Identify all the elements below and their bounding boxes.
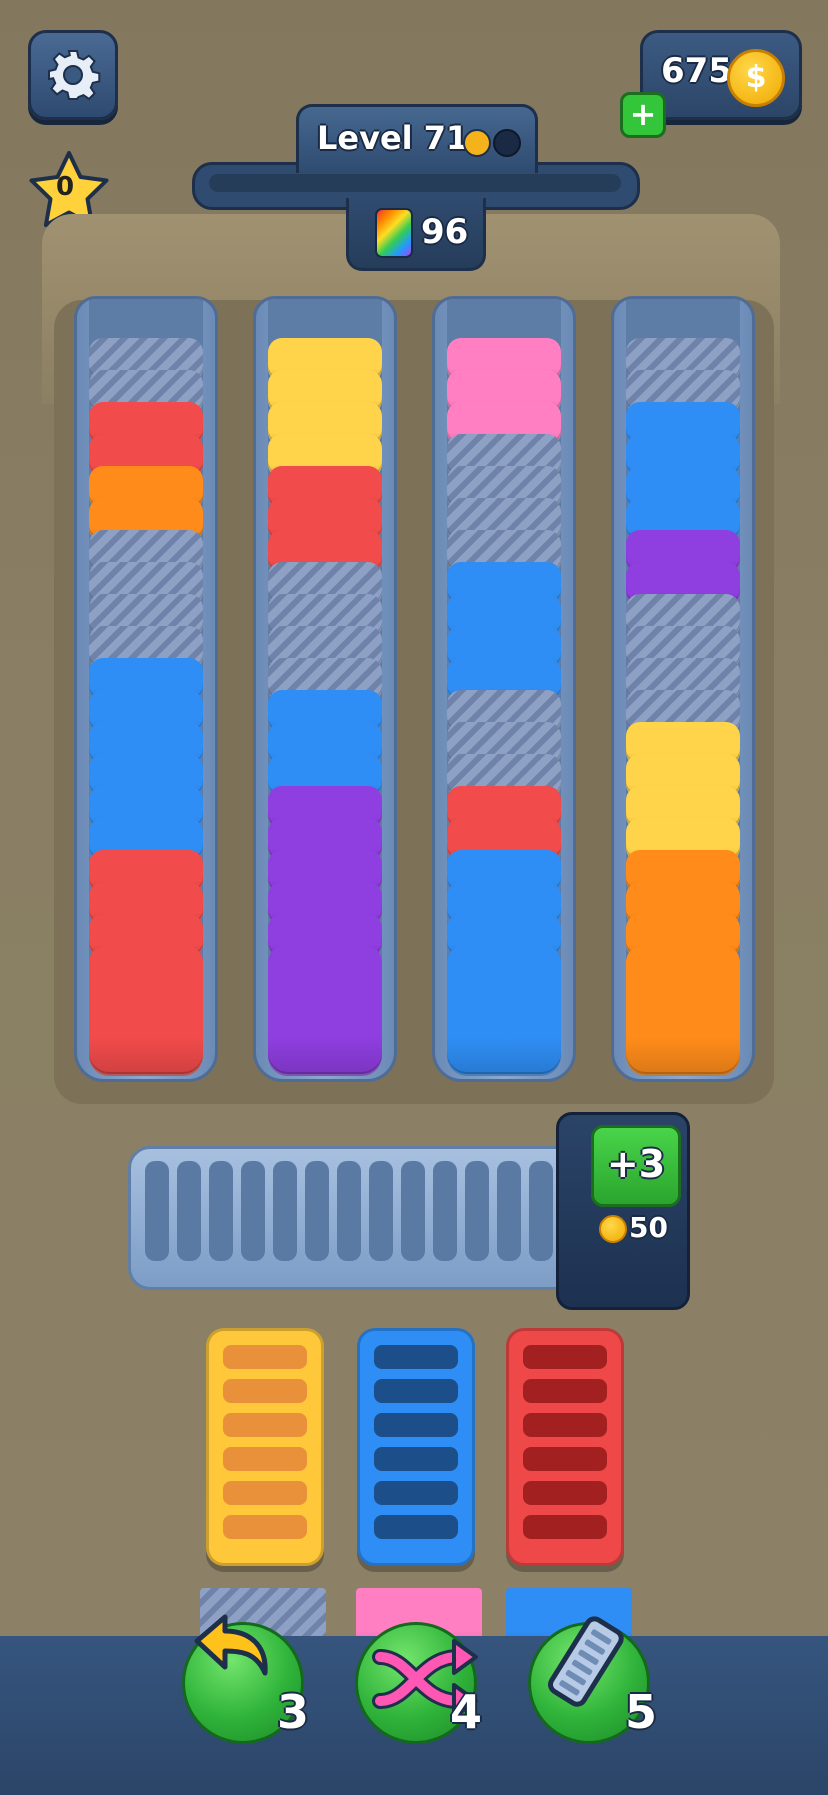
holder-slot [223, 1413, 307, 1437]
block-blue [447, 946, 561, 1076]
settings-button[interactable] [28, 30, 118, 120]
undo-button[interactable]: 3 [182, 1614, 309, 1744]
holder-slot [223, 1447, 307, 1471]
tray-slot [401, 1161, 425, 1261]
holder-slot [374, 1515, 458, 1539]
tray-slot [369, 1161, 393, 1261]
extend-price: 50 [629, 1211, 668, 1244]
block-orange [626, 946, 740, 1076]
coin-icon-small [599, 1215, 627, 1243]
level-tab: Level 71 [296, 104, 538, 173]
coin-count: 675 [661, 51, 732, 91]
tray-card-icon [548, 1616, 624, 1707]
buy-coins-button[interactable]: + [620, 92, 666, 138]
holder-slot [523, 1413, 607, 1437]
remaining-counter: 96 [346, 198, 486, 271]
holder-slot [374, 1379, 458, 1403]
extra-tray-button[interactable]: 5 [528, 1616, 657, 1744]
gear-icon [48, 50, 101, 101]
extra-tray-count: 5 [625, 1685, 658, 1739]
tray-slot [209, 1161, 233, 1261]
block-red [89, 946, 203, 1076]
tube-2[interactable] [253, 296, 397, 1082]
tray-slot [241, 1161, 265, 1261]
undo-count: 3 [277, 1685, 310, 1739]
tray-slot [273, 1161, 297, 1261]
holder-slot [374, 1447, 458, 1471]
tray-slot [145, 1161, 169, 1261]
progress-track [209, 174, 621, 192]
level-stage-dot-pending [493, 129, 521, 157]
holder-slot [523, 1447, 607, 1471]
tray-slot [305, 1161, 329, 1261]
remaining-count: 96 [421, 212, 469, 252]
extend-tray-button[interactable]: +3 [591, 1125, 681, 1207]
tray-slot [529, 1161, 553, 1261]
tray-slot [497, 1161, 521, 1261]
holder-slot [523, 1481, 607, 1505]
tray-slot [337, 1161, 361, 1261]
tube-4-stack [626, 299, 740, 1076]
tray-extender: +3 50 [556, 1112, 690, 1310]
holder-slot [523, 1515, 607, 1539]
holder-blue[interactable] [357, 1328, 475, 1566]
coin-icon: $ [727, 49, 785, 107]
tray-slots [145, 1161, 561, 1261]
holder-yellow[interactable] [206, 1328, 324, 1566]
holder-slot [523, 1379, 607, 1403]
tube-4[interactable] [611, 296, 755, 1082]
undo-arrow-icon [194, 1614, 268, 1676]
tube-1[interactable] [74, 296, 218, 1082]
buffer-tray[interactable] [128, 1146, 580, 1290]
shuffle-button[interactable]: 4 [355, 1622, 482, 1744]
holder-slot [223, 1515, 307, 1539]
star-count: 0 [56, 172, 75, 202]
tube-1-stack [89, 299, 203, 1076]
level-stage-dot-complete [463, 129, 491, 157]
holder-slot [374, 1481, 458, 1505]
holder-slot [374, 1413, 458, 1437]
level-title: Level 71 [317, 119, 469, 157]
holder-slot [223, 1345, 307, 1369]
tray-slot [465, 1161, 489, 1261]
block-purple [268, 946, 382, 1076]
tube-3-stack [447, 299, 561, 1076]
tray-slot [177, 1161, 201, 1261]
holder-slot [223, 1481, 307, 1505]
holder-slot [374, 1345, 458, 1369]
tube-3[interactable] [432, 296, 576, 1082]
rainbow-block-icon [375, 208, 413, 258]
shuffle-count: 4 [450, 1685, 483, 1739]
holder-slot [523, 1345, 607, 1369]
holder-slot [223, 1379, 307, 1403]
tray-slot [433, 1161, 457, 1261]
tube-2-stack [268, 299, 382, 1076]
holder-red[interactable] [506, 1328, 624, 1566]
